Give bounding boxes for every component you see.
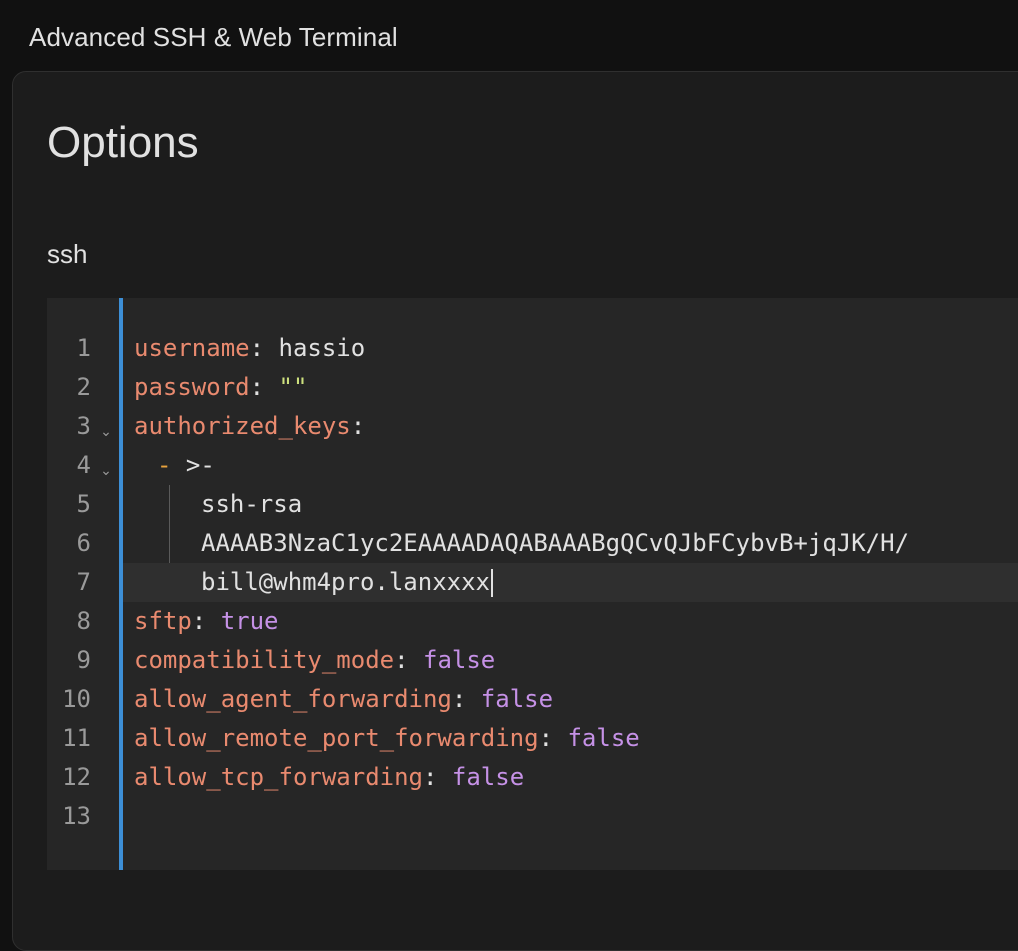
yaml-key: allow_remote_port_forwarding — [134, 724, 539, 752]
yaml-key: compatibility_mode — [134, 646, 395, 674]
yaml-separator: : — [394, 646, 423, 674]
line-number: 13 — [62, 802, 91, 830]
line-number: 4 — [76, 451, 91, 479]
yaml-key: username — [134, 334, 250, 362]
app-header: Advanced SSH & Web Terminal — [0, 0, 1018, 72]
line-number: 3 — [76, 412, 91, 440]
yaml-value: false — [567, 724, 640, 752]
code-line[interactable]: ssh-rsa — [123, 485, 1018, 524]
app-title: Advanced SSH & Web Terminal — [29, 22, 398, 52]
yaml-value: >- — [185, 451, 215, 479]
chevron-down-icon[interactable]: ⌄ — [99, 407, 113, 446]
line-number: 10 — [62, 685, 91, 713]
line-number: 5 — [76, 490, 91, 518]
yaml-separator: : — [249, 334, 279, 362]
line-number: 11 — [62, 724, 91, 752]
code-line[interactable]: allow_tcp_forwarding: false — [123, 758, 1018, 797]
line-number: 1 — [76, 334, 91, 362]
code-line[interactable]: allow_agent_forwarding: false — [123, 680, 1018, 719]
yaml-value: hassio — [278, 334, 366, 362]
chevron-down-icon[interactable]: ⌄ — [99, 446, 113, 485]
code-line[interactable]: sftp: true — [123, 602, 1018, 641]
yaml-value: ssh-rsa — [201, 490, 303, 518]
line-number-gutter: 1 2 3 ⌄ 4 ⌄ 5 6 7 8 9 10 11 12 13 — [47, 298, 119, 870]
yaml-key: password — [134, 373, 250, 401]
code-line[interactable]: password: "" — [123, 368, 1018, 407]
yaml-key: sftp — [134, 607, 192, 635]
card-title: Options — [47, 118, 199, 167]
line-number: 2 — [76, 373, 91, 401]
yaml-key: authorized_keys — [134, 412, 351, 440]
code-line[interactable]: AAAAB3NzaC1yc2EAAAADAQABAAABgQCvQJbFCybv… — [123, 524, 1018, 563]
yaml-separator: : — [350, 412, 366, 440]
yaml-value: false — [480, 685, 554, 713]
yaml-separator: : — [451, 685, 481, 713]
yaml-value: false — [451, 763, 525, 791]
line-number: 7 — [76, 568, 91, 596]
yaml-separator: : — [422, 763, 452, 791]
code-line[interactable] — [123, 797, 1018, 836]
section-label-ssh: ssh — [47, 239, 88, 269]
yaml-key: allow_tcp_forwarding — [134, 763, 423, 791]
yaml-list-dash: - — [157, 451, 186, 479]
yaml-value: false — [423, 646, 496, 674]
text-cursor — [490, 569, 493, 597]
options-card: Options ssh 1 2 3 ⌄ 4 ⌄ 5 6 7 8 9 10 11 … — [12, 71, 1018, 951]
line-number: 8 — [76, 607, 91, 635]
yaml-key: allow_agent_forwarding — [134, 685, 452, 713]
yaml-separator: : — [249, 373, 279, 401]
yaml-value: "" — [278, 373, 308, 401]
yaml-separator: : — [538, 724, 568, 752]
code-line-active[interactable]: bill@whm4pro.lanxxxx — [123, 563, 1018, 602]
yaml-code-editor[interactable]: 1 2 3 ⌄ 4 ⌄ 5 6 7 8 9 10 11 12 13 userna… — [47, 298, 1018, 870]
yaml-value: bill@whm4pro.lanxxxx — [201, 568, 490, 596]
code-line[interactable]: allow_remote_port_forwarding: false — [123, 719, 1018, 758]
yaml-value: true — [220, 607, 279, 635]
code-line[interactable]: - >- — [123, 446, 1018, 485]
line-number: 6 — [76, 529, 91, 557]
yaml-separator: : — [191, 607, 221, 635]
yaml-value: AAAAB3NzaC1yc2EAAAADAQABAAABgQCvQJbFCybv… — [201, 529, 910, 557]
code-line[interactable]: authorized_keys: — [123, 407, 1018, 446]
code-line[interactable]: username: hassio — [123, 329, 1018, 368]
line-number: 12 — [62, 763, 91, 791]
line-number: 9 — [76, 646, 91, 674]
code-line[interactable]: compatibility_mode: false — [123, 641, 1018, 680]
